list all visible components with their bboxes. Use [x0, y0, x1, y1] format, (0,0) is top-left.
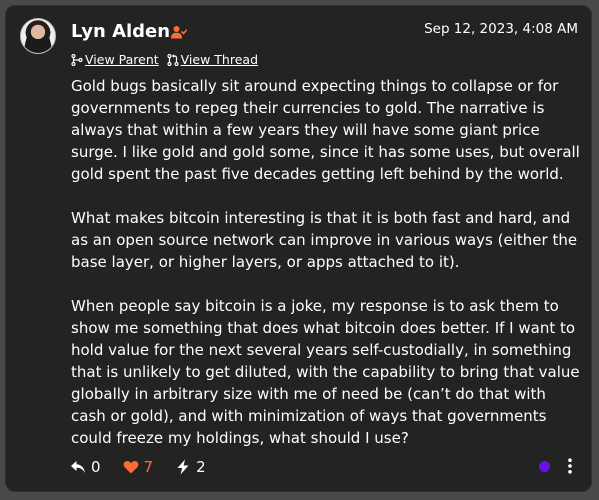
view-thread-link[interactable]: View Thread: [167, 52, 258, 68]
more-vertical-icon[interactable]: [567, 458, 573, 474]
author-name[interactable]: Lyn Alden: [71, 21, 170, 43]
reply-icon: [71, 461, 85, 473]
like-count: 7: [143, 458, 154, 476]
pull-request-icon: [167, 54, 179, 66]
reply-button[interactable]: 0: [70, 458, 101, 476]
view-parent-link[interactable]: View Parent: [71, 52, 159, 68]
thread-links: View Parent View Thread: [71, 52, 266, 68]
action-bar: 0 7 2: [70, 458, 228, 476]
post-body: Gold bugs basically sit around expecting…: [71, 75, 581, 449]
view-thread-label: View Thread: [180, 52, 258, 67]
heart-icon: [123, 460, 138, 474]
post-paragraph: What makes bitcoin interesting is that i…: [71, 209, 578, 271]
reply-count: 0: [91, 458, 101, 476]
view-parent-label: View Parent: [85, 52, 159, 67]
person-check-icon: [171, 26, 187, 39]
status-dot: [539, 461, 550, 472]
timestamp: Sep 12, 2023, 4:08 AM: [424, 21, 578, 37]
branch-icon: [71, 54, 83, 66]
avatar[interactable]: [20, 18, 56, 54]
post-card: Lyn Alden Sep 12, 2023, 4:08 AM View Par…: [5, 5, 592, 492]
zap-count: 2: [196, 458, 206, 476]
like-button[interactable]: 7: [123, 458, 154, 476]
post-paragraph: When people say bitcoin is a joke, my re…: [71, 297, 580, 447]
zap-button[interactable]: 2: [175, 458, 206, 476]
lightning-icon: [177, 459, 189, 475]
post-paragraph: Gold bugs basically sit around expecting…: [71, 77, 580, 183]
